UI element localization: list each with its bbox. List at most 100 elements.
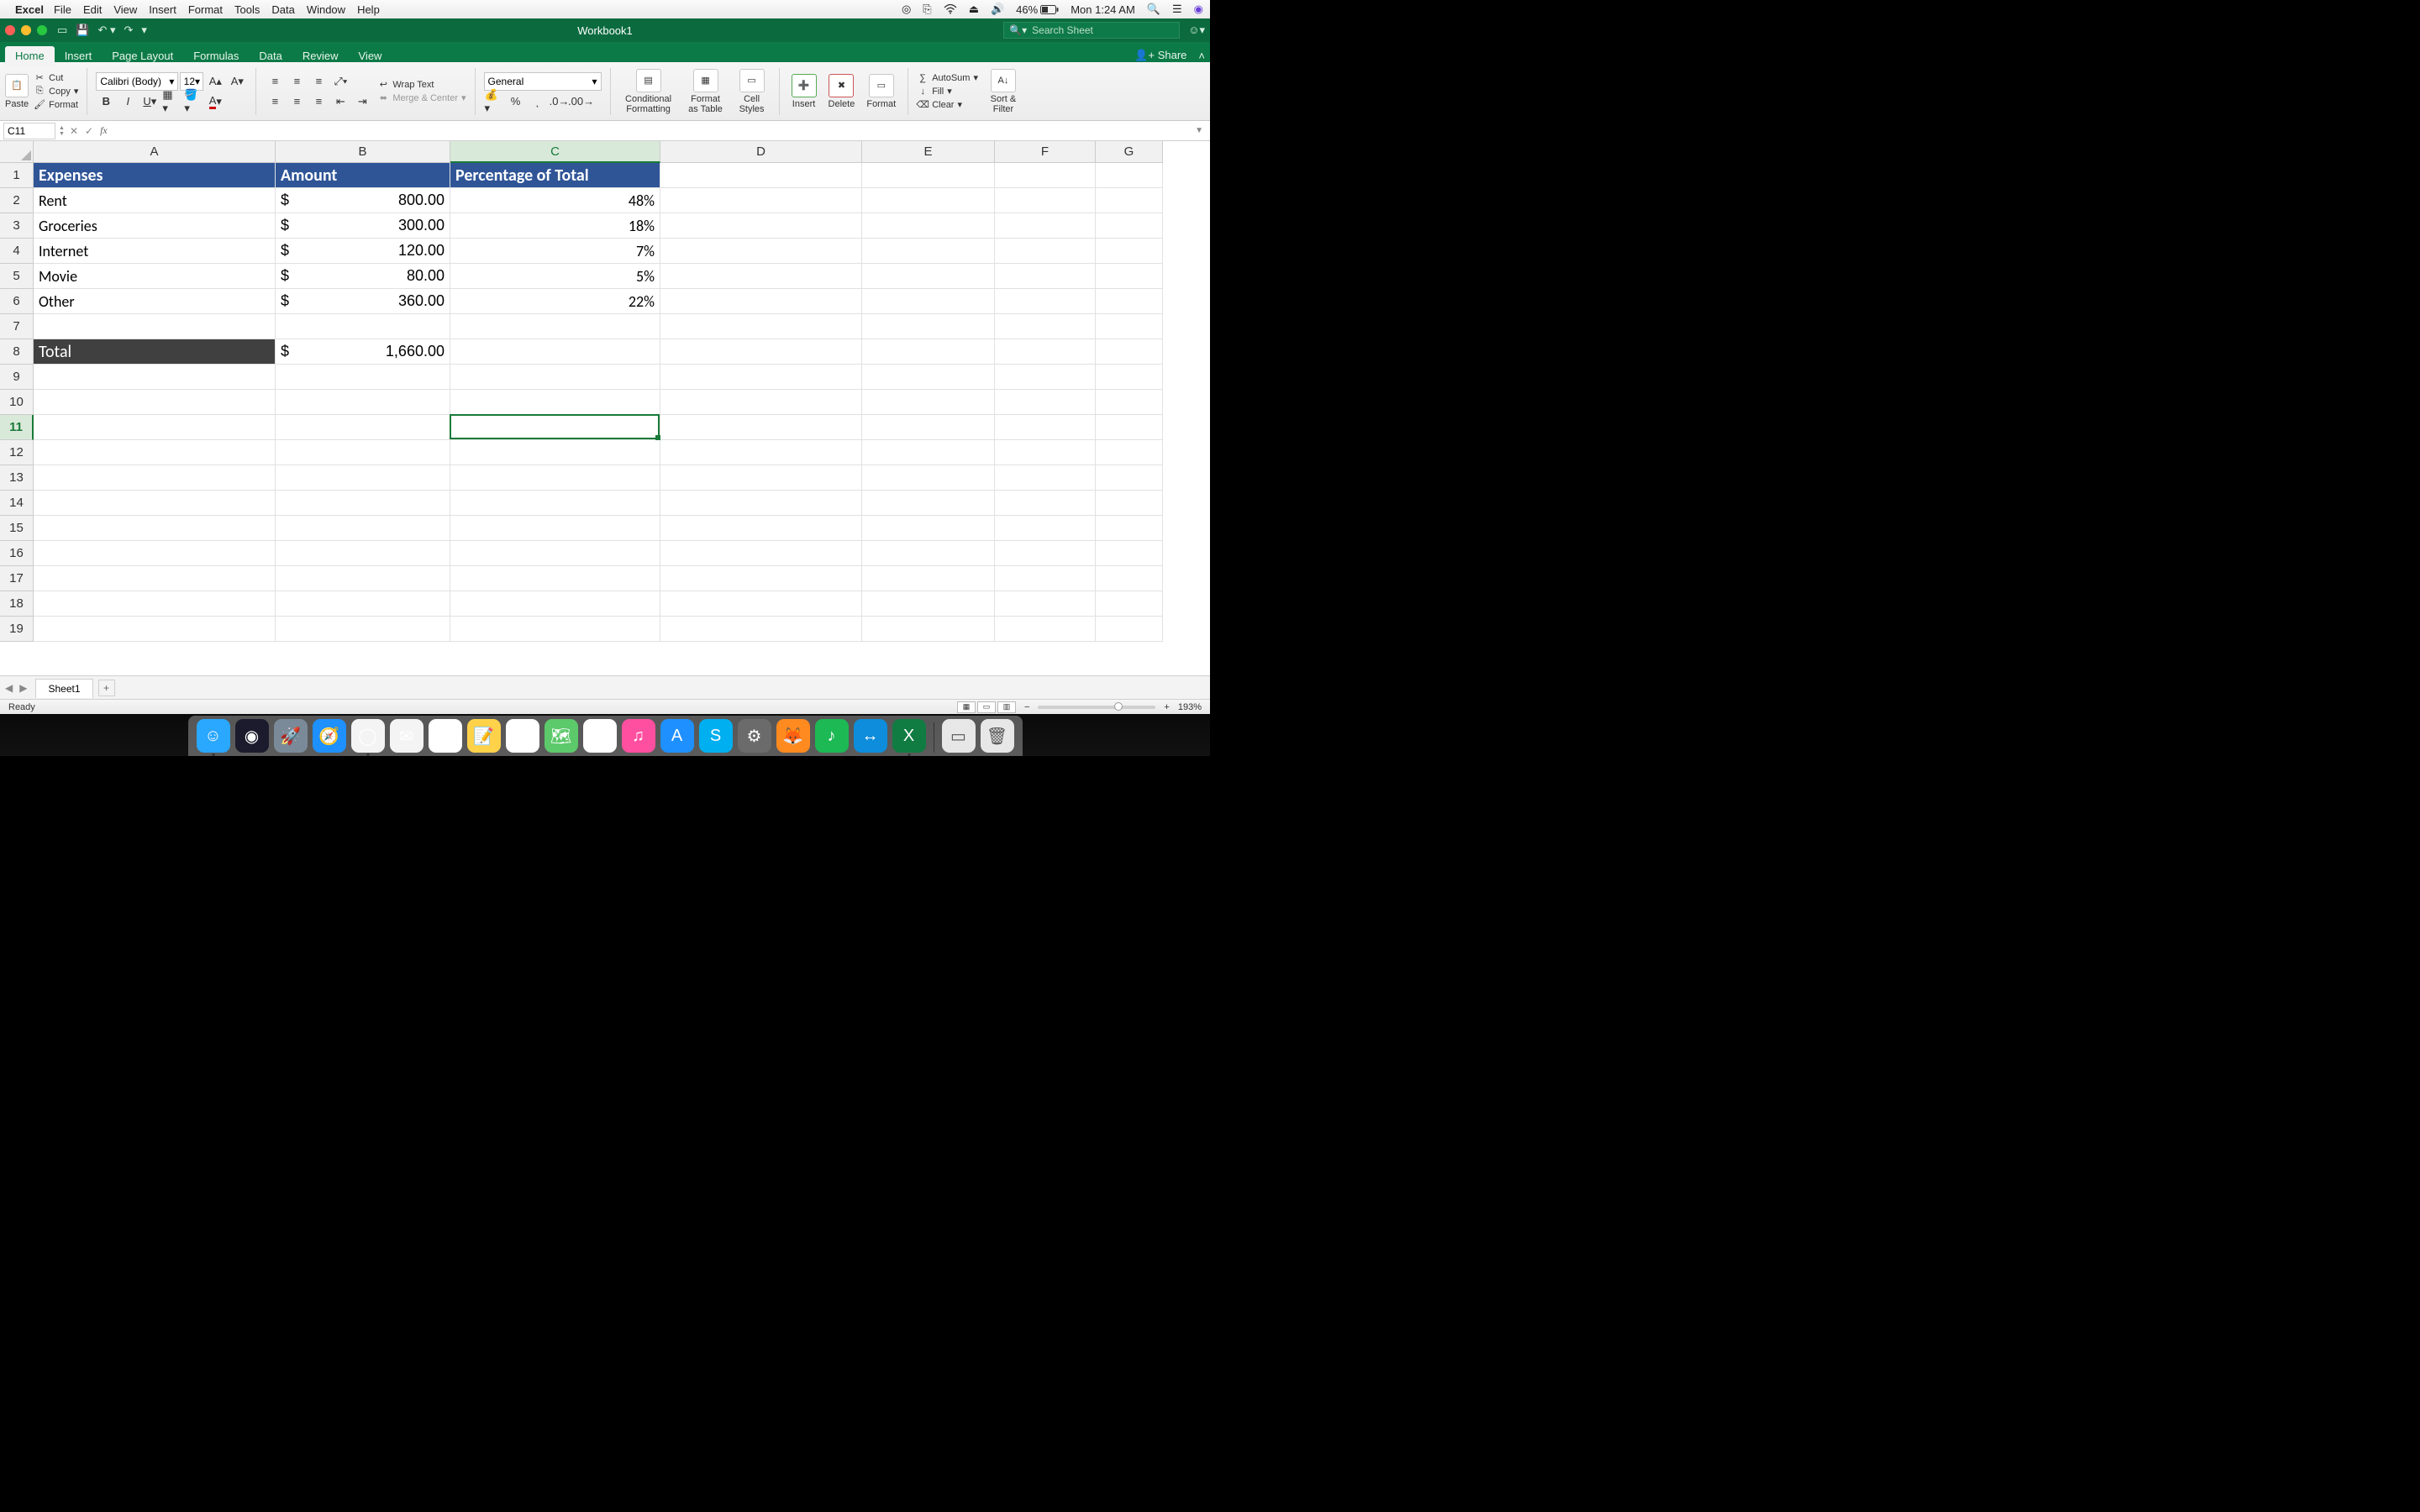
bold-button[interactable]: B	[96, 92, 116, 111]
cell[interactable]	[660, 541, 862, 566]
italic-button[interactable]: I	[118, 92, 138, 111]
row-header-7[interactable]: 7	[0, 314, 34, 339]
increase-indent-icon[interactable]: ⇥	[352, 92, 372, 111]
wifi-icon[interactable]	[944, 4, 957, 14]
cell[interactable]	[995, 289, 1096, 314]
total-amount[interactable]: $1,660.00	[276, 339, 450, 365]
cell[interactable]	[276, 617, 450, 642]
cell[interactable]	[995, 213, 1096, 239]
menu-data[interactable]: Data	[271, 3, 294, 16]
cell[interactable]	[862, 440, 995, 465]
expense-label[interactable]: Movie	[34, 264, 276, 289]
cell[interactable]	[660, 314, 862, 339]
cell[interactable]	[660, 339, 862, 365]
cell[interactable]	[660, 213, 862, 239]
dock-skype-icon[interactable]: S	[699, 719, 733, 753]
border-button[interactable]: ▦ ▾	[161, 92, 182, 111]
page-layout-view-icon[interactable]: ▭	[977, 701, 996, 713]
cell[interactable]	[1096, 213, 1163, 239]
cell[interactable]	[1096, 617, 1163, 642]
increase-decimal-icon[interactable]: .0→	[550, 92, 570, 111]
cell[interactable]	[1096, 541, 1163, 566]
cell[interactable]	[660, 264, 862, 289]
cell[interactable]	[450, 541, 660, 566]
zoom-level[interactable]: 193%	[1178, 702, 1202, 712]
cell[interactable]	[1096, 516, 1163, 541]
cell[interactable]	[1096, 566, 1163, 591]
cell[interactable]	[450, 566, 660, 591]
select-all-corner[interactable]	[0, 141, 34, 163]
cell[interactable]	[450, 465, 660, 491]
align-right-icon[interactable]: ≡	[308, 92, 329, 111]
font-color-button[interactable]: A ▾	[205, 92, 225, 111]
cell[interactable]	[862, 566, 995, 591]
decrease-indent-icon[interactable]: ⇤	[330, 92, 350, 111]
cell[interactable]	[1096, 239, 1163, 264]
dock-ziptool-icon[interactable]: ▭	[942, 719, 976, 753]
dock-excel-icon[interactable]: X	[892, 719, 926, 753]
dock-firefox-icon[interactable]: 🦊	[776, 719, 810, 753]
col-header-C[interactable]: C	[450, 141, 660, 163]
search-sheet-input[interactable]: 🔍▾ Search Sheet	[1003, 22, 1180, 39]
cell[interactable]	[660, 188, 862, 213]
cell[interactable]	[660, 365, 862, 390]
normal-view-icon[interactable]: ▦	[957, 701, 976, 713]
currency-icon[interactable]: 💰▾	[484, 92, 504, 111]
cell[interactable]	[1096, 591, 1163, 617]
header-expenses[interactable]: Expenses	[34, 163, 276, 188]
underline-button[interactable]: U ▾	[139, 92, 160, 111]
header-amount[interactable]: Amount	[276, 163, 450, 188]
format-as-table-button[interactable]: ▦Format as Table	[683, 69, 729, 114]
row-header-13[interactable]: 13	[0, 465, 34, 491]
cell[interactable]	[660, 390, 862, 415]
ribbon-tab-formulas[interactable]: Formulas	[183, 46, 249, 66]
dock-mail-icon[interactable]: ✉	[390, 719, 424, 753]
cell[interactable]	[276, 415, 450, 440]
cell[interactable]	[1096, 440, 1163, 465]
cell[interactable]	[1096, 491, 1163, 516]
menu-file[interactable]: File	[54, 3, 71, 16]
cut-button[interactable]: ✂Cut	[34, 72, 78, 84]
dock-siri-icon[interactable]: ◉	[235, 719, 269, 753]
cell[interactable]	[34, 566, 276, 591]
cell[interactable]	[995, 188, 1096, 213]
cell[interactable]	[995, 516, 1096, 541]
dock-settings-icon[interactable]: ⚙	[738, 719, 771, 753]
align-middle-icon[interactable]: ≡	[287, 72, 307, 91]
row-header-6[interactable]: 6	[0, 289, 34, 314]
share-button[interactable]: 👤+ Share	[1134, 49, 1190, 62]
cell[interactable]	[450, 339, 660, 365]
expense-label[interactable]: Groceries	[34, 213, 276, 239]
dock-spotify-icon[interactable]: ♪	[815, 719, 849, 753]
cell[interactable]	[995, 440, 1096, 465]
align-left-icon[interactable]: ≡	[265, 92, 285, 111]
cell[interactable]	[34, 617, 276, 642]
cell[interactable]	[862, 541, 995, 566]
cell[interactable]	[660, 465, 862, 491]
cell[interactable]	[995, 415, 1096, 440]
cell[interactable]	[34, 390, 276, 415]
cell[interactable]	[34, 440, 276, 465]
cell[interactable]	[450, 617, 660, 642]
row-header-8[interactable]: 8	[0, 339, 34, 365]
fill-color-button[interactable]: 🪣▾	[183, 92, 203, 111]
cell[interactable]	[995, 314, 1096, 339]
cell[interactable]	[995, 591, 1096, 617]
comma-icon[interactable]: ͺ	[528, 92, 548, 111]
redo-icon[interactable]: ↷	[124, 24, 134, 37]
expense-percentage[interactable]: 48%	[450, 188, 660, 213]
cell[interactable]	[995, 264, 1096, 289]
dock-safari-icon[interactable]: 🧭	[313, 719, 346, 753]
ribbon-tab-page-layout[interactable]: Page Layout	[102, 46, 183, 66]
dock-trash-icon[interactable]: 🗑	[981, 719, 1014, 753]
cell[interactable]	[660, 163, 862, 188]
cell[interactable]	[1096, 339, 1163, 365]
cell[interactable]	[862, 213, 995, 239]
fx-icon[interactable]: fx	[100, 124, 108, 137]
col-header-A[interactable]: A	[34, 141, 276, 163]
col-header-E[interactable]: E	[862, 141, 995, 163]
eject-icon[interactable]: ⏏	[969, 3, 979, 16]
save-icon[interactable]: 💾	[76, 24, 89, 37]
dock-launchpad-icon[interactable]: 🚀	[274, 719, 308, 753]
expense-label[interactable]: Internet	[34, 239, 276, 264]
